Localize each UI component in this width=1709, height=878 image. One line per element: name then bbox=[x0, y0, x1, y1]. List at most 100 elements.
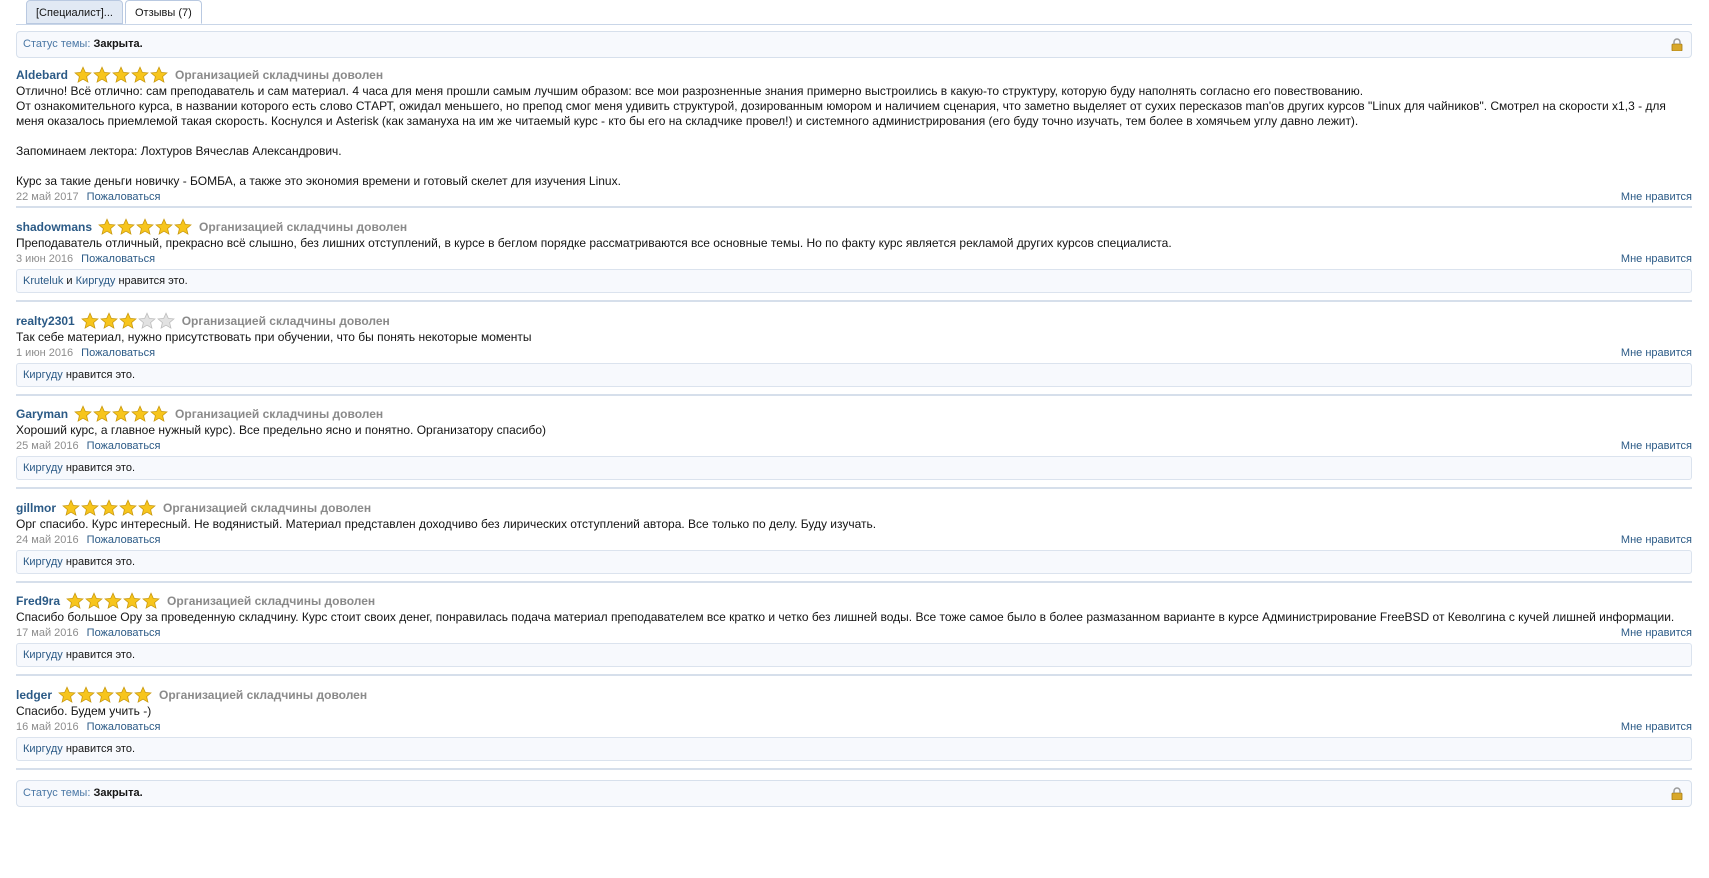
review-item: Garyman Организацией складчины доволен Хор… bbox=[16, 405, 1692, 480]
review-paragraph: Отлично! Всё отлично: сам преподаватель … bbox=[16, 84, 1364, 98]
review-item: ledger Организацией складчины доволен Спас… bbox=[16, 686, 1692, 761]
review-item: Fred9ra Организацией складчины доволен Спа… bbox=[16, 592, 1692, 667]
likes-summary: Kruteluk и Киргуду нравится это. bbox=[16, 269, 1692, 293]
rating-stars bbox=[74, 66, 169, 84]
report-link[interactable]: Пожаловаться bbox=[87, 534, 161, 546]
report-link[interactable]: Пожаловаться bbox=[81, 253, 155, 265]
report-link[interactable]: Пожаловаться bbox=[87, 627, 161, 639]
liker-link[interactable]: Kruteluk bbox=[23, 275, 63, 287]
like-link[interactable]: Мне нравится bbox=[1621, 251, 1692, 267]
star-filled-icon bbox=[104, 592, 122, 609]
liker-link[interactable]: Киргуду bbox=[76, 275, 116, 287]
review-paragraph: Так себе материал, нужно присутствовать … bbox=[16, 330, 532, 344]
review-divider bbox=[16, 206, 1692, 208]
review-header: Fred9ra Организацией складчины доволен bbox=[16, 592, 1692, 610]
liker-link[interactable]: Киргуду bbox=[23, 556, 63, 568]
like-link[interactable]: Мне нравится bbox=[1621, 438, 1692, 454]
star-filled-icon bbox=[123, 592, 141, 609]
star-filled-icon bbox=[85, 592, 103, 609]
report-link[interactable]: Пожаловаться bbox=[87, 440, 161, 452]
thread-status-top: Статус темы: Закрыта. bbox=[16, 31, 1692, 58]
report-link[interactable]: Пожаловаться bbox=[87, 191, 161, 203]
review-divider bbox=[16, 487, 1692, 489]
star-filled-icon bbox=[96, 686, 114, 703]
review-paragraph bbox=[16, 129, 1692, 144]
likes-suffix: нравится это. bbox=[65, 462, 135, 474]
review-date: 24 май 2016 bbox=[16, 534, 79, 546]
likes-summary: Киргуду нравится это. bbox=[16, 456, 1692, 480]
review-meta: 22 май 2017 Пожаловаться Мне нравится bbox=[16, 189, 1692, 205]
review-date: 25 май 2016 bbox=[16, 440, 79, 452]
lock-icon bbox=[1671, 787, 1683, 800]
tab-specialist[interactable]: [Специалист]... bbox=[26, 0, 123, 24]
review-author-link[interactable]: ledger bbox=[16, 688, 52, 702]
likes-suffix: нравится это. bbox=[118, 275, 188, 287]
like-link[interactable]: Мне нравится bbox=[1621, 625, 1692, 641]
review-author-link[interactable]: Garyman bbox=[16, 407, 68, 421]
report-link[interactable]: Пожаловаться bbox=[87, 721, 161, 733]
review-item: shadowmans Организацией складчины доволен… bbox=[16, 218, 1692, 293]
star-filled-icon bbox=[112, 405, 130, 422]
status-label: Статус темы: bbox=[23, 38, 91, 50]
review-meta: 24 май 2016 Пожаловаться Мне нравится bbox=[16, 532, 1692, 548]
liker-link[interactable]: Киргуду bbox=[23, 462, 63, 474]
star-filled-icon bbox=[174, 218, 192, 235]
review-paragraph: От ознакомительного курса, в названии ко… bbox=[16, 99, 1666, 128]
like-link[interactable]: Мне нравится bbox=[1621, 345, 1692, 361]
rating-stars bbox=[80, 312, 176, 330]
like-link[interactable]: Мне нравится bbox=[1621, 189, 1692, 205]
lock-icon bbox=[1671, 38, 1683, 51]
review-author-link[interactable]: gillmor bbox=[16, 501, 56, 515]
review-author-link[interactable]: Fred9ra bbox=[16, 594, 60, 608]
review-paragraph: Преподаватель отличный, прекрасно всё сл… bbox=[16, 236, 1172, 250]
likes-suffix: нравится это. bbox=[65, 743, 135, 755]
star-filled-icon bbox=[93, 66, 111, 83]
review-author-link[interactable]: shadowmans bbox=[16, 220, 92, 234]
review-text: Спасибо. Будем учить -) bbox=[16, 704, 1692, 719]
liker-link[interactable]: Киргуду bbox=[23, 649, 63, 661]
report-link[interactable]: Пожаловаться bbox=[81, 347, 155, 359]
star-filled-icon bbox=[99, 312, 118, 329]
review-divider bbox=[16, 581, 1692, 583]
review-author-link[interactable]: Aldebard bbox=[16, 68, 68, 82]
review-item: Aldebard Организацией складчины доволен От… bbox=[16, 66, 1692, 205]
review-divider bbox=[16, 674, 1692, 676]
review-text: Орг спасибо. Курс интересный. Не водянис… bbox=[16, 517, 1692, 532]
review-header: gillmor Организацией складчины доволен bbox=[16, 499, 1692, 517]
review-item: gillmor Организацией складчины доволен Орг… bbox=[16, 499, 1692, 574]
like-link[interactable]: Мне нравится bbox=[1621, 532, 1692, 548]
review-date: 3 июн 2016 bbox=[16, 253, 74, 265]
review-meta: 3 июн 2016 Пожаловаться Мне нравится bbox=[16, 251, 1692, 267]
star-filled-icon bbox=[138, 499, 156, 516]
review-verdict: Организацией складчины доволен bbox=[163, 501, 372, 515]
like-link[interactable]: Мне нравится bbox=[1621, 719, 1692, 735]
star-filled-icon bbox=[98, 218, 116, 235]
star-filled-icon bbox=[80, 312, 99, 329]
star-empty-icon bbox=[156, 312, 175, 329]
review-paragraph: Запоминаем лектора: Лохтуров Вячеслав Ал… bbox=[16, 144, 342, 158]
review-divider bbox=[16, 300, 1692, 302]
star-filled-icon bbox=[150, 66, 168, 83]
review-verdict: Организацией складчины доволен bbox=[167, 594, 376, 608]
star-filled-icon bbox=[117, 218, 135, 235]
rating-stars bbox=[74, 405, 169, 423]
likes-suffix: нравится это. bbox=[65, 556, 135, 568]
review-text: Преподаватель отличный, прекрасно всё сл… bbox=[16, 236, 1692, 251]
review-verdict: Организацией складчины доволен bbox=[159, 688, 368, 702]
star-filled-icon bbox=[77, 686, 95, 703]
review-author-link[interactable]: realty2301 bbox=[16, 314, 75, 328]
review-date: 1 июн 2016 bbox=[16, 347, 74, 359]
star-filled-icon bbox=[100, 499, 118, 516]
tab-reviews[interactable]: Отзывы (7) bbox=[124, 0, 202, 24]
liker-link[interactable]: Киргуду bbox=[23, 743, 63, 755]
review-header: Garyman Организацией складчины доволен bbox=[16, 405, 1692, 423]
review-meta: 17 май 2016 Пожаловаться Мне нравится bbox=[16, 625, 1692, 641]
star-filled-icon bbox=[74, 405, 92, 422]
rating-stars bbox=[62, 499, 157, 517]
rating-stars bbox=[66, 592, 161, 610]
star-filled-icon bbox=[150, 405, 168, 422]
review-meta: 1 июн 2016 Пожаловаться Мне нравится bbox=[16, 345, 1692, 361]
review-meta: 25 май 2016 Пожаловаться Мне нравится bbox=[16, 438, 1692, 454]
liker-link[interactable]: Киргуду bbox=[23, 369, 63, 381]
tab-underline bbox=[16, 24, 1692, 25]
